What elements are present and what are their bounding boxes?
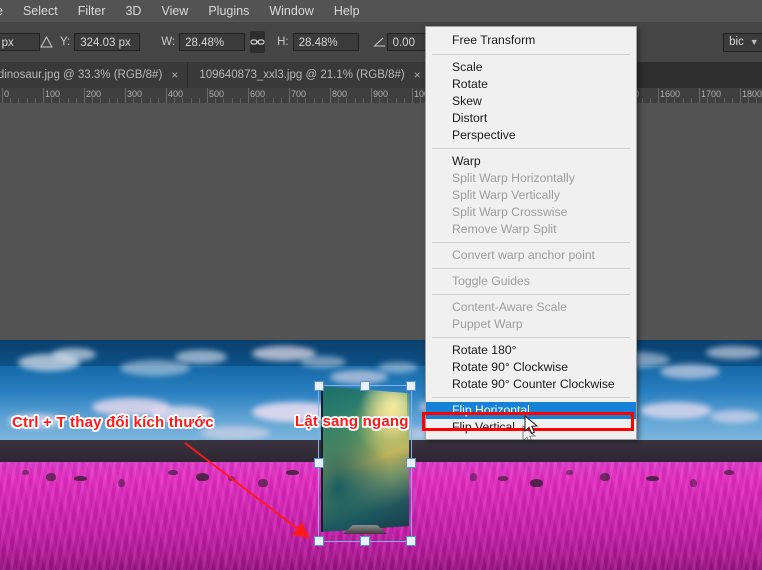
annotation-note-1: Ctrl + T thay đổi kích thước [12,414,214,431]
x-position-field[interactable]: 0 px [0,33,40,51]
close-icon[interactable]: × [171,69,178,81]
ruler-label: 0 [4,89,10,99]
angle-icon [372,31,387,53]
options-bar: 0 px Y: 324.03 px W: 28.48% H: 28.48% 0.… [0,22,762,63]
menu-item-distort[interactable]: Distort [426,110,636,127]
tree [600,473,610,481]
tree [470,473,477,481]
menu-file-cut[interactable]: e [0,0,13,22]
cloud [660,364,720,379]
menu-item-scale[interactable]: Scale [426,59,636,76]
chevron-down-icon: ▼ [749,37,759,47]
handle-top-left[interactable] [314,381,324,391]
menu-window[interactable]: Window [259,0,323,22]
menu-bar: e Select Filter 3D View Plugins Window H… [0,0,762,22]
menu-separator [432,294,630,295]
transform-context-menu[interactable]: Free Transform Scale Rotate Skew Distort Pers… [425,26,637,440]
menu-separator [432,54,630,55]
tree [22,470,29,475]
width-label: W: [161,36,176,48]
menu-select[interactable]: Select [13,0,68,22]
cloud [706,346,762,359]
cloud [120,360,190,376]
width-field[interactable]: 28.48% [179,33,246,51]
tree [46,473,56,481]
interpolation-value: bic [729,36,744,48]
menu-item-skew[interactable]: Skew [426,93,636,110]
menu-view[interactable]: View [151,0,198,22]
annotation-arrow [184,442,310,539]
height-field[interactable]: 28.48% [292,33,359,51]
document-tab-bar: -dinosaur.jpg @ 33.3% (RGB/8#) × 1096408… [0,62,762,88]
menu-item-toggle-guides: Toggle Guides [452,274,530,288]
menu-item-split-warp-horizontally: Split Warp Horizontally [452,171,575,185]
ruler-label: 1700 [701,89,722,99]
menu-item-content-aware-scale: Content-Aware Scale [452,300,567,314]
menu-separator [432,268,630,269]
tree [646,476,659,481]
handle-top-center[interactable] [360,381,370,391]
handle-middle-right[interactable] [406,458,416,468]
cloud [710,410,760,423]
menu-item-remove-warp-split: Remove Warp Split [452,222,557,236]
tab-label: -dinosaur.jpg @ 33.3% (RGB/8#) [0,69,163,81]
menu-item-free-transform[interactable]: Free Transform [426,31,636,50]
menu-separator [432,397,630,398]
tree [168,470,178,475]
menu-item-rotate-90-clockwise[interactable]: Rotate 90° Clockwise [426,359,636,376]
interpolation-select[interactable]: bic ▼ [723,32,762,52]
workspace: Ctrl + T thay đổi kích thước Lật sang ng… [0,103,762,570]
mouse-cursor [524,415,539,435]
ruler-label: 1600 [660,89,681,99]
cloud [640,402,712,419]
menu-plugins[interactable]: Plugins [198,0,259,22]
menu-separator [432,337,630,338]
menu-filter[interactable]: Filter [68,0,116,22]
menu-item-rotate[interactable]: Rotate [426,76,636,93]
tree [690,479,697,487]
cloud [330,370,388,384]
cloud [52,348,96,361]
handle-middle-left[interactable] [314,458,324,468]
link-icon[interactable] [250,31,266,53]
tree [498,476,508,481]
menu-item-split-warp-vertically: Split Warp Vertically [452,188,560,202]
menu-item-split-warp-crosswise: Split Warp Crosswise [452,205,568,219]
handle-bottom-center[interactable] [360,536,370,546]
y-label: Y: [60,36,71,48]
handle-bottom-right[interactable] [406,536,416,546]
document-tab-2[interactable]: 109640873_xxl3.jpg @ 21.1% (RGB/8#) × [188,62,431,88]
transform-bounding-box[interactable] [314,381,416,546]
ruler-label: 1800 [742,89,762,99]
horizontal-ruler: 0100200300400500600700800900100011001200… [0,88,762,104]
cloud [378,362,418,373]
menu-item-puppet-warp: Puppet Warp [452,317,523,331]
menu-separator [432,242,630,243]
document-tab-1[interactable]: -dinosaur.jpg @ 33.3% (RGB/8#) × [0,62,189,88]
tab-label: 109640873_xxl3.jpg @ 21.1% (RGB/8#) [199,69,405,81]
cloud [175,350,227,364]
tree [118,479,125,487]
annotation-note-2: Lật sang ngang [295,413,409,430]
menu-3d[interactable]: 3D [115,0,151,22]
menu-help[interactable]: Help [324,0,370,22]
height-label: H: [277,36,289,48]
y-position-field[interactable]: 324.03 px [74,33,141,51]
menu-item-rotate-180[interactable]: Rotate 180° [426,342,636,359]
handle-bottom-left[interactable] [314,536,324,546]
reference-point-icon[interactable] [40,31,53,53]
tree [530,479,543,487]
tree [74,476,87,481]
tree [724,470,734,475]
menu-item-warp[interactable]: Warp [426,153,636,170]
menu-item-rotate-90-counter-clockwise[interactable]: Rotate 90° Counter Clockwise [426,376,636,393]
tree [566,470,573,475]
close-icon[interactable]: × [414,69,421,81]
menu-separator [432,148,630,149]
handle-top-right[interactable] [406,381,416,391]
cloud [300,356,346,368]
menu-item-perspective[interactable]: Perspective [426,127,636,144]
menu-item-convert-warp-anchor-point: Convert warp anchor point [452,248,595,262]
photoshop-window: e Select Filter 3D View Plugins Window H… [0,0,762,570]
